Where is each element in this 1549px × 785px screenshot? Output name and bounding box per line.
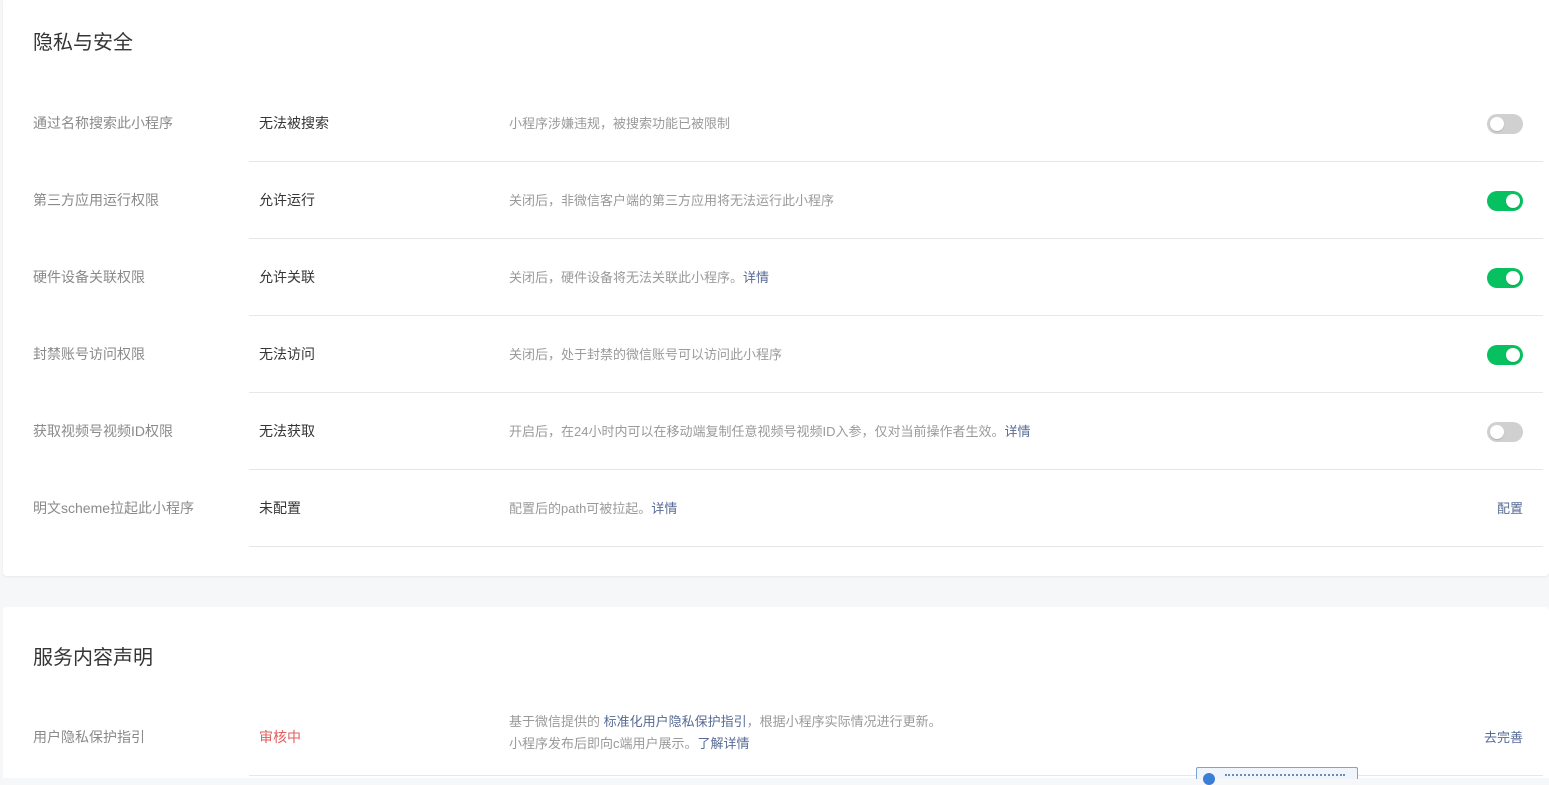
review-status-badge: 审核中 <box>259 729 301 745</box>
setting-status: 无法获取 <box>259 423 315 439</box>
help-icon[interactable] <box>1203 773 1215 785</box>
setting-status: 未配置 <box>259 500 301 516</box>
complete-link[interactable]: 去完善 <box>1484 699 1523 776</box>
toggle-knob <box>1490 425 1504 439</box>
details-link[interactable]: 详情 <box>743 270 769 285</box>
privacy-guide-link[interactable]: 标准化用户隐私保护指引 <box>604 714 747 729</box>
setting-status: 无法被搜索 <box>259 115 329 131</box>
setting-row-third-party: 第三方应用运行权限 允许运行 关闭后，非微信客户端的第三方应用将无法运行此小程序 <box>3 162 1549 239</box>
privacy-section-title: 隐私与安全 <box>33 32 133 54</box>
banned-account-toggle[interactable] <box>1487 345 1523 365</box>
service-content-card: 服务内容声明 用户隐私保护指引 审核中 基于微信提供的 标准化用户隐私保护指引，… <box>3 607 1549 778</box>
desc-line-1: 基于微信提供的 标准化用户隐私保护指引，根据小程序实际情况进行更新。 <box>509 711 942 733</box>
hardware-toggle[interactable] <box>1487 268 1523 288</box>
setting-label: 通过名称搜索此小程序 <box>33 115 173 131</box>
toggle-knob <box>1490 117 1504 131</box>
privacy-security-card: 隐私与安全 通过名称搜索此小程序 无法被搜索 小程序涉嫌违规，被搜索功能已被限制… <box>3 0 1549 576</box>
setting-row-search: 通过名称搜索此小程序 无法被搜索 小程序涉嫌违规，被搜索功能已被限制 <box>3 85 1549 162</box>
setting-label: 封禁账号访问权限 <box>33 346 145 362</box>
learn-more-link[interactable]: 了解详情 <box>698 736 750 751</box>
setting-description: 关闭后，非微信客户端的第三方应用将无法运行此小程序 <box>509 193 835 208</box>
third-party-toggle[interactable] <box>1487 191 1523 211</box>
desc-line-2: 小程序发布后即向c端用户展示。了解详情 <box>509 733 942 755</box>
setting-row-privacy-guide: 用户隐私保护指引 审核中 基于微信提供的 标准化用户隐私保护指引，根据小程序实际… <box>3 699 1549 776</box>
setting-description: 开启后，在24小时内可以在移动端复制任意视频号视频ID入参，仅对当前操作者生效。… <box>509 393 1030 470</box>
desc-text: 小程序发布后即向c端用户展示。 <box>509 736 698 751</box>
details-link[interactable]: 详情 <box>651 501 677 516</box>
setting-description: 小程序涉嫌违规，被搜索功能已被限制 <box>509 116 731 131</box>
setting-label: 明文scheme拉起此小程序 <box>33 500 195 516</box>
setting-label: 第三方应用运行权限 <box>33 192 159 208</box>
row-divider <box>249 546 1543 547</box>
desc-text: 配置后的path可被拉起。 <box>509 501 652 516</box>
toggle-knob <box>1506 271 1520 285</box>
setting-label: 用户隐私保护指引 <box>33 729 145 745</box>
setting-row-scheme: 明文scheme拉起此小程序 未配置 配置后的path可被拉起。详情 配置 <box>3 470 1549 547</box>
setting-description: 基于微信提供的 标准化用户隐私保护指引，根据小程序实际情况进行更新。 小程序发布… <box>509 711 942 755</box>
setting-status: 允许运行 <box>259 192 315 208</box>
toggle-knob <box>1506 194 1520 208</box>
floating-toolbar[interactable] <box>1196 767 1358 785</box>
setting-label: 获取视频号视频ID权限 <box>33 423 173 439</box>
setting-status: 允许关联 <box>259 269 315 285</box>
desc-text: 基于微信提供的 <box>509 714 601 729</box>
setting-row-banned-account: 封禁账号访问权限 无法访问 关闭后，处于封禁的微信账号可以访问此小程序 <box>3 316 1549 393</box>
video-id-toggle[interactable] <box>1487 422 1523 442</box>
setting-description: 配置后的path可被拉起。详情 <box>509 470 677 547</box>
search-toggle[interactable] <box>1487 114 1523 134</box>
details-link[interactable]: 详情 <box>1004 424 1030 439</box>
configure-link[interactable]: 配置 <box>1497 470 1523 547</box>
desc-text: 关闭后，硬件设备将无法关联此小程序。 <box>509 270 744 285</box>
desc-text: 开启后，在24小时内可以在移动端复制任意视频号视频ID入参，仅对当前操作者生效。 <box>509 424 1005 439</box>
setting-description: 关闭后，处于封禁的微信账号可以访问此小程序 <box>509 347 783 362</box>
setting-row-video-id: 获取视频号视频ID权限 无法获取 开启后，在24小时内可以在移动端复制任意视频号… <box>3 393 1549 470</box>
setting-label: 硬件设备关联权限 <box>33 269 145 285</box>
setting-status: 无法访问 <box>259 346 315 362</box>
setting-row-hardware: 硬件设备关联权限 允许关联 关闭后，硬件设备将无法关联此小程序。详情 <box>3 239 1549 316</box>
setting-description: 关闭后，硬件设备将无法关联此小程序。详情 <box>509 239 769 316</box>
toolbar-icons <box>1225 774 1345 778</box>
desc-text: ，根据小程序实际情况进行更新。 <box>746 714 942 729</box>
toggle-knob <box>1506 348 1520 362</box>
service-section-title: 服务内容声明 <box>33 647 153 669</box>
